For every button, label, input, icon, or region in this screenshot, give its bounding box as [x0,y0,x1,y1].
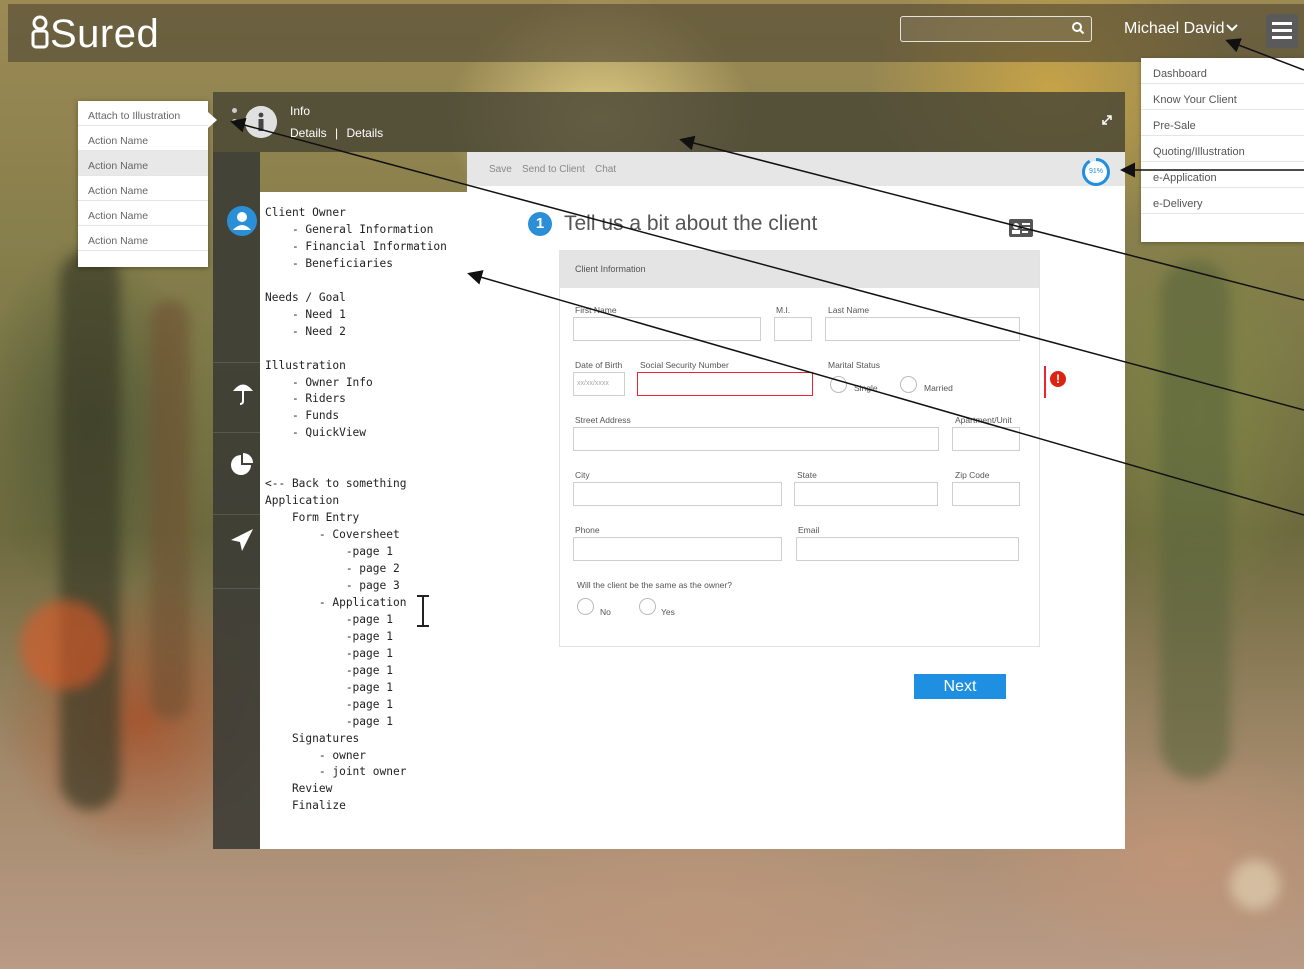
save-button[interactable]: Save [489,164,512,175]
chevron-down-icon[interactable] [1226,24,1238,32]
umbrella-icon[interactable] [231,380,255,406]
phone-label: Phone [575,525,600,535]
zip-code-label: Zip Code [955,470,990,480]
menu-item-e-application[interactable]: e-Application [1141,162,1304,188]
marital-single-label: Single [854,383,878,393]
street-address-field[interactable] [573,427,939,451]
logo-text: Sured [50,12,160,56]
same-owner-no-label: No [600,607,611,617]
progress-ring: 91% [1081,157,1111,187]
search-box[interactable] [900,16,1092,42]
apartment-field[interactable] [952,427,1020,451]
details-link-2[interactable]: Details [347,126,384,140]
pie-chart-icon[interactable] [230,452,254,476]
menu-item-e-delivery[interactable]: e-Delivery [1141,188,1304,214]
first-name-field[interactable] [573,317,761,341]
client-info-form: Client Information First Name M.I. Last … [559,250,1040,647]
same-owner-question: Will the client be the same as the owner… [577,580,732,590]
popup-pointer [208,112,217,128]
city-field[interactable] [573,482,782,506]
form-content: Save Send to Client Chat 91% 1 Tell us a… [467,152,1125,849]
marital-married-radio[interactable] [900,376,917,393]
email-field[interactable] [796,537,1019,561]
mi-label: M.I. [776,305,791,315]
search-input[interactable] [901,17,1061,41]
logo-mark-icon [31,15,49,49]
menu-item-pre-sale[interactable]: Pre-Sale [1141,110,1304,136]
menu-item-quoting[interactable]: Quoting/Illustration [1141,136,1304,162]
marital-status-label: Marital Status [828,360,880,370]
drag-handle-icon[interactable] [232,108,237,130]
left-icon-sidebar [213,152,260,849]
info-header: Info Details | Details [213,92,1125,152]
error-icon: ! [1050,371,1066,387]
form-toolbar: Save Send to Client Chat 91% [467,152,1125,186]
action-attach-to-illustration[interactable]: Attach to Illustration [78,101,208,126]
next-button[interactable]: Next [914,674,1006,699]
mi-field[interactable] [774,317,812,341]
info-icon[interactable] [245,106,277,138]
navigation-outline: Client Owner - General Information - Fin… [260,192,468,849]
hamburger-menu-icon[interactable] [1266,14,1298,48]
dob-label: Date of Birth [575,360,623,370]
step-number-badge: 1 [528,212,552,236]
phone-field[interactable] [573,537,782,561]
state-label: State [797,470,817,480]
action-popup-menu: Attach to Illustration Action Name Actio… [78,101,208,267]
dob-field[interactable]: xx/xx/xxxx [573,372,625,396]
ssn-field[interactable] [637,372,813,396]
send-to-client-button[interactable]: Send to Client [522,164,585,175]
details-link-1[interactable]: Details [290,126,327,140]
text-cursor-icon [417,595,429,627]
app-logo[interactable]: Sured [30,12,159,57]
details-separator: | [335,126,339,140]
search-icon[interactable] [1071,21,1085,35]
action-item[interactable]: Action Name [78,176,208,201]
top-bar: Sured Michael David [8,4,1304,62]
paper-plane-icon[interactable] [230,528,254,552]
marital-married-label: Married [924,383,953,393]
expand-icon[interactable] [1101,114,1113,126]
chat-button[interactable]: Chat [595,164,616,175]
state-field[interactable] [794,482,938,506]
info-links: Details | Details [290,126,383,140]
progress-label: 91% [1088,168,1103,175]
action-item[interactable]: Action Name [78,226,208,251]
info-title: Info [290,104,311,118]
last-name-label: Last Name [828,305,870,315]
first-name-label: First Name [575,305,617,315]
user-name[interactable]: Michael David [1124,20,1224,38]
zip-code-field[interactable] [952,482,1020,506]
action-item[interactable]: Action Name [78,201,208,226]
apartment-label: Apartment/Unit [955,415,1012,425]
menu-item-dashboard[interactable]: Dashboard [1141,58,1304,84]
action-item[interactable]: Action Name [78,151,208,176]
main-panel: Info Details | Details Client Owner - Ge… [213,92,1125,849]
same-owner-no-radio[interactable] [577,598,594,615]
same-owner-yes-radio[interactable] [639,598,656,615]
action-item[interactable]: Action Name [78,126,208,151]
marital-single-radio[interactable] [830,376,847,393]
same-owner-yes-label: Yes [661,607,675,617]
last-name-field[interactable] [825,317,1020,341]
error-bar [1044,366,1046,398]
street-address-label: Street Address [575,415,631,425]
city-label: City [575,470,590,480]
form-section-title: Client Information [560,251,1039,288]
step-title: Tell us a bit about the client [564,212,818,235]
ssn-label: Social Security Number [640,360,729,370]
user-dropdown-menu: Dashboard Know Your Client Pre-Sale Quot… [1141,58,1304,242]
id-card-icon[interactable] [1009,219,1033,237]
menu-item-know-your-client[interactable]: Know Your Client [1141,84,1304,110]
email-label: Email [798,525,820,535]
user-icon[interactable] [227,206,257,236]
